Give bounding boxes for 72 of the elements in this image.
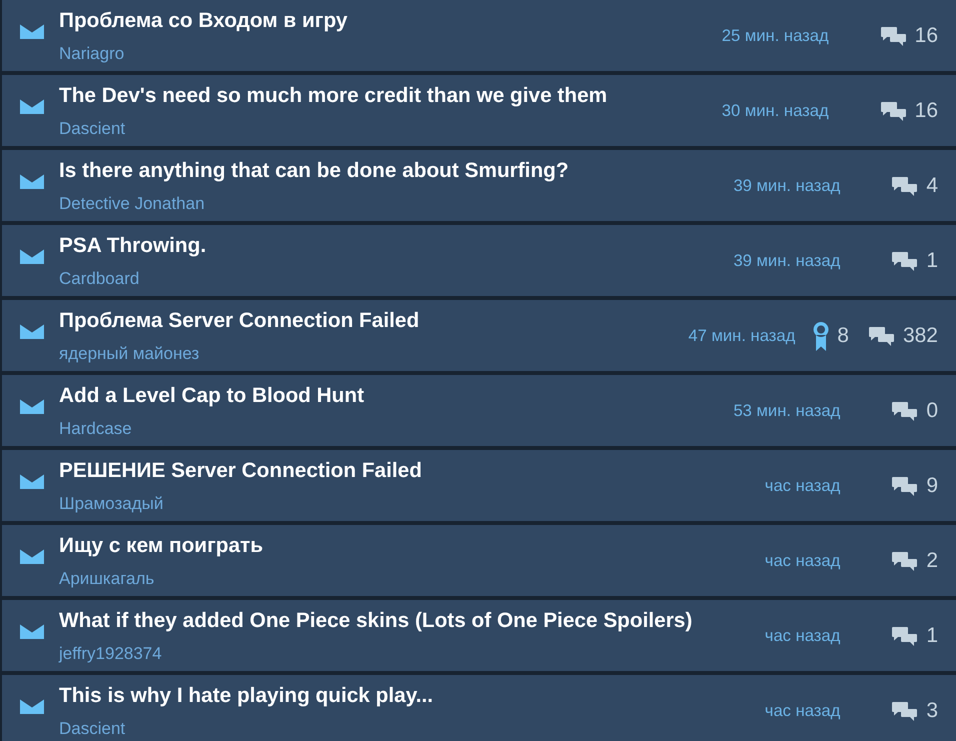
topic-row[interactable]: Is there anything that can be done about Smurfing? Detective Jonathan 39 мин. назад 4 xyxy=(2,150,956,221)
reply-count: 3 xyxy=(926,698,938,722)
post-time: час назад xyxy=(764,700,840,720)
topic-row[interactable]: PSA Throwing. Cardboard 39 мин. назад 1 xyxy=(2,225,956,296)
envelope-icon xyxy=(20,173,44,189)
author-name: Hardcase xyxy=(59,419,132,439)
post-time: час назад xyxy=(764,550,840,570)
topic-title[interactable]: Is there anything that can be done about Smurfing? xyxy=(59,158,569,183)
post-time: 53 мин. назад xyxy=(733,400,840,420)
topic-title[interactable]: This is why I hate playing quick play... xyxy=(59,683,434,708)
envelope-icon xyxy=(20,548,44,564)
author-name: jeffry1928374 xyxy=(59,644,162,664)
post-time: 39 мин. назад xyxy=(733,176,840,196)
post-time: час назад xyxy=(764,476,840,496)
award-ribbon-icon xyxy=(812,320,830,350)
topic-title[interactable]: What if they added One Piece skins (Lots of One Piece Spoilers) xyxy=(59,608,692,633)
topic-row[interactable]: What if they added One Piece skins (Lots of One Piece Spoilers) jeffry1928374 час назад 1 xyxy=(2,600,956,671)
topic-row[interactable]: The Dev's need so much more credit than we give them Dascient 30 мин. назад 16 xyxy=(2,75,956,146)
comment-bubbles-icon xyxy=(892,702,918,721)
comment-bubbles-icon xyxy=(880,102,906,121)
comment-bubbles-icon xyxy=(892,552,918,571)
topic-row[interactable]: Проблема со Входом в игру Nariagro 25 мин. назад 16 xyxy=(2,0,956,71)
reply-count: 4 xyxy=(926,174,938,198)
topic-row[interactable]: Проблема Server Connection Failed ядерный майонез 47 мин. назад 8 382 xyxy=(2,300,956,371)
topic-title[interactable]: Ищу с кем поиграть xyxy=(59,533,263,558)
reply-count: 16 xyxy=(914,98,938,122)
comment-bubbles-icon xyxy=(892,627,918,646)
reply-count: 9 xyxy=(926,474,938,498)
topic-title[interactable]: Add a Level Cap to Blood Hunt xyxy=(59,383,364,408)
topic-row[interactable]: РЕШЕНИЕ Server Connection Failed Шрамозадый час назад 9 xyxy=(2,450,956,521)
topic-row[interactable]: Add a Level Cap to Blood Hunt Hardcase 53 мин. назад 0 xyxy=(2,375,956,446)
comment-bubbles-icon xyxy=(892,402,918,421)
comment-bubbles-icon xyxy=(880,27,906,46)
envelope-icon xyxy=(20,98,44,114)
award-count: 8 xyxy=(837,324,849,348)
post-time: 47 мин. назад xyxy=(688,326,796,346)
envelope-icon xyxy=(20,248,44,264)
author-name: Шрамозадый xyxy=(59,494,164,514)
post-time: 30 мин. назад xyxy=(722,100,829,120)
post-time: 39 мин. назад xyxy=(733,250,840,270)
topic-title[interactable]: Проблема со Входом в игру xyxy=(59,8,348,33)
comment-bubbles-icon xyxy=(892,477,918,496)
author-name: Nariagro xyxy=(59,44,124,64)
reply-count: 1 xyxy=(926,624,938,648)
author-name: ядерный майонез xyxy=(59,344,200,364)
comment-bubbles-icon xyxy=(868,327,894,346)
post-time: 25 мин. назад xyxy=(722,26,829,46)
reply-count: 1 xyxy=(926,248,938,272)
author-name: Dascient xyxy=(59,119,126,139)
topic-title[interactable]: PSA Throwing. xyxy=(59,233,206,258)
reply-count: 16 xyxy=(914,24,938,48)
comment-bubbles-icon xyxy=(892,252,918,271)
author-name: Cardboard xyxy=(59,269,140,289)
envelope-icon xyxy=(20,23,44,39)
envelope-icon xyxy=(20,473,44,489)
reply-count: 2 xyxy=(926,548,938,572)
reply-count: 0 xyxy=(926,398,938,422)
comment-bubbles-icon xyxy=(892,177,918,196)
author-name: Detective Jonathan xyxy=(59,194,205,214)
envelope-icon xyxy=(20,623,44,639)
reply-count: 382 xyxy=(902,324,938,348)
envelope-icon xyxy=(20,398,44,414)
topic-title[interactable]: Проблема Server Connection Failed xyxy=(59,308,420,333)
topic-row[interactable]: Ищу с кем поиграть Аришкагаль час назад 2 xyxy=(2,525,956,596)
topic-title[interactable]: The Dev's need so much more credit than we give them xyxy=(59,83,608,108)
topic-row[interactable]: This is why I hate playing quick play... Dascient час назад 3 xyxy=(2,675,956,741)
topic-title[interactable]: РЕШЕНИЕ Server Connection Failed xyxy=(59,458,422,483)
envelope-icon xyxy=(20,323,44,339)
envelope-icon xyxy=(20,698,44,714)
post-time: час назад xyxy=(764,626,840,646)
author-name: Dascient xyxy=(59,719,126,739)
author-name: Аришкагаль xyxy=(59,569,154,589)
